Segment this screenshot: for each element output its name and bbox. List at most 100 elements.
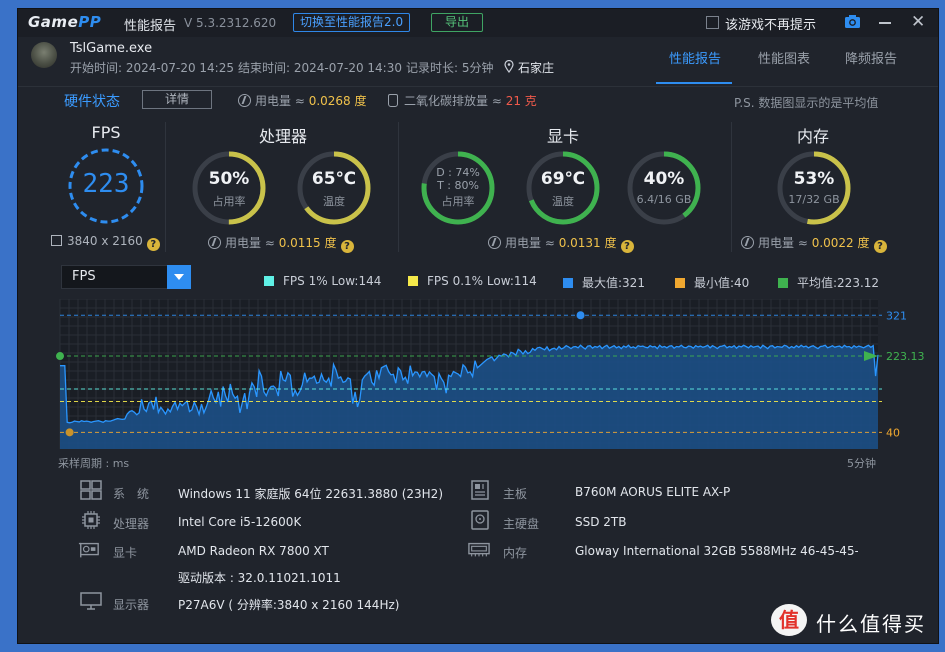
avg-start-marker	[56, 352, 64, 361]
spec-gpu-driver: 驱动版本 : 32.0.11021.1011	[178, 571, 341, 585]
chevron-down-icon[interactable]	[167, 265, 191, 289]
tab-performance-report[interactable]: 性能报告	[669, 48, 721, 67]
power-icon	[488, 236, 501, 249]
app-logo: GamePP	[28, 13, 102, 31]
window-title: 性能报告	[124, 19, 177, 34]
resolution-icon	[51, 235, 62, 246]
spec-disk-key: 主硬盘	[503, 517, 540, 531]
cpu-power: 用电量 ≈ 0.0115 度?	[208, 234, 354, 253]
memory-icon	[468, 542, 490, 557]
cpu-temp-label: 温度	[323, 195, 345, 208]
help-icon[interactable]: ?	[620, 240, 634, 253]
average-note: P.S. 数据图显示的是平均值	[734, 96, 879, 110]
spec-gpu-value: AMD Radeon RX 7800 XT	[178, 544, 329, 558]
gpu-vram-label: 6.4/16 GB	[636, 193, 692, 206]
power-icon	[741, 236, 754, 249]
panel-divider	[165, 122, 166, 252]
spec-memory-value: Gloway International 32GB 5588MHz 46-45-…	[575, 544, 858, 558]
total-power: 用电量 ≈ 0.0268 度	[238, 92, 367, 109]
details-button[interactable]: 详情	[142, 90, 212, 109]
co2-icon	[388, 94, 398, 107]
legend-swatch	[778, 278, 788, 288]
game-name: TslGame.exe	[70, 41, 153, 56]
panel-divider	[731, 122, 732, 252]
help-icon[interactable]: ?	[146, 238, 160, 251]
legend-swatch	[563, 278, 573, 288]
legend-max: 最大值:321	[563, 274, 645, 291]
gpu-usage-t: T : 80%	[437, 179, 479, 192]
legend-1pct-low: FPS 1% Low:144	[264, 274, 381, 288]
cpu-usage-value: 50%	[208, 169, 250, 189]
report-header: TslGame.exe 开始时间: 2024-07-20 14:25 结束时间:…	[18, 37, 938, 87]
tab-performance-chart[interactable]: 性能图表	[758, 48, 810, 67]
cpu-panel-title: 处理器	[258, 127, 307, 146]
power-icon	[208, 236, 221, 249]
start-time: 开始时间: 2024-07-20 14:25	[70, 61, 234, 75]
memory-panel-title: 内存	[796, 127, 829, 146]
help-icon[interactable]: ?	[340, 240, 354, 253]
fps-chart: 321 223.13 40	[56, 299, 925, 449]
legend-swatch	[408, 276, 418, 286]
disk-icon	[471, 510, 489, 530]
legend-min: 最小值:40	[675, 274, 749, 291]
camera-icon[interactable]	[844, 14, 861, 29]
metric-select[interactable]: FPS	[61, 265, 191, 289]
fps-panel-title: FPS	[91, 123, 121, 142]
location-pin-icon	[504, 60, 514, 73]
spec-motherboard-key: 主板	[503, 487, 528, 501]
end-time: 结束时间: 2024-07-20 14:30	[238, 61, 402, 75]
legend-avg: 平均值:223.12	[778, 274, 879, 291]
fps-value: 223	[82, 169, 130, 199]
gamepp-window: GamePP 性能报告 V 5.3.2312.620 切换至性能报告2.0 导出…	[17, 8, 939, 644]
motherboard-icon	[471, 480, 489, 500]
right-axis-label-2: 40	[886, 426, 900, 439]
close-icon[interactable]: ✕	[911, 12, 925, 32]
windows-icon	[80, 480, 102, 500]
record-duration: 记录时长: 5分钟	[406, 61, 494, 75]
right-axis-label-1: 223.13	[886, 350, 925, 363]
minimize-icon[interactable]	[879, 22, 891, 24]
min-marker	[65, 428, 74, 437]
location-city: 石家庄	[518, 61, 555, 75]
game-avatar	[31, 42, 57, 68]
title-bar: GamePP 性能报告 V 5.3.2312.620 切换至性能报告2.0 导出…	[18, 9, 938, 37]
watermark-text: 什么值得买	[816, 612, 926, 636]
watermark-logo: 值	[771, 604, 807, 636]
spec-os-value: Windows 11 家庭版 64位 22631.3880 (23H2)	[178, 487, 443, 501]
right-axis-label-0: 321	[886, 309, 907, 322]
co2-emission: 二氧化碳排放量 ≈ 21 克	[388, 92, 537, 109]
memory-usage-label: 17/32 GB	[788, 193, 840, 206]
hide-game-checkbox-label[interactable]: 该游戏不再提示	[725, 14, 816, 33]
x-axis-label: 采样周期 : ms	[58, 457, 130, 470]
app-version: V 5.3.2312.620	[184, 16, 277, 30]
gpu-icon	[78, 542, 99, 558]
gpu-temp-label: 温度	[552, 195, 574, 208]
gpu-panel-title: 显卡	[546, 127, 579, 146]
gpu-usage-d: D : 74%	[436, 166, 480, 179]
panel-divider	[398, 122, 399, 252]
power-icon	[238, 94, 251, 107]
gpu-usage-label: 占用率	[441, 195, 475, 208]
help-icon[interactable]: ?	[873, 240, 887, 253]
spec-motherboard-value: B760M AORUS ELITE AX-P	[575, 485, 731, 499]
legend-01pct-low: FPS 0.1% Low:114	[408, 274, 537, 288]
gpu-power: 用电量 ≈ 0.0131 度?	[488, 234, 634, 253]
cpu-usage-label: 占用率	[212, 195, 246, 208]
gpu-temp-value: 69℃	[540, 169, 586, 189]
hide-game-checkbox[interactable]	[706, 16, 719, 29]
x-axis-end-label: 5分钟	[847, 457, 876, 470]
cpu-temp-value: 65℃	[311, 169, 357, 189]
spec-monitor-key: 显示器	[113, 598, 150, 612]
switch-report-button[interactable]: 切换至性能报告2.0	[293, 13, 411, 32]
spec-cpu-key: 处理器	[113, 517, 150, 531]
export-button[interactable]: 导出	[431, 13, 483, 32]
active-tab-indicator	[656, 82, 732, 84]
hardware-status-title: 硬件状态	[64, 94, 120, 110]
tab-throttle-report[interactable]: 降频报告	[845, 48, 897, 67]
spec-gpu-key: 显卡	[113, 546, 138, 560]
gpu-vram-value: 40%	[643, 169, 685, 189]
legend-swatch	[264, 276, 274, 286]
memory-power: 用电量 ≈ 0.0022 度?	[741, 234, 887, 253]
monitor-icon	[80, 592, 102, 610]
cpu-icon	[82, 511, 100, 529]
